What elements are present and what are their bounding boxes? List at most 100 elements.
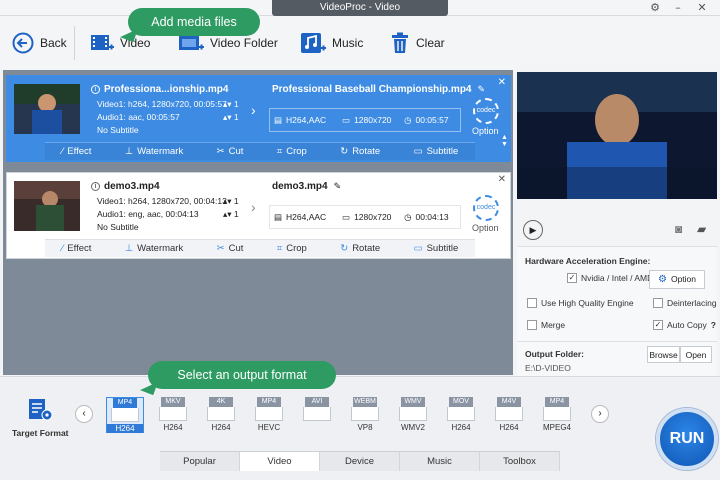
output-folder-path: E:\D-VIDEO <box>525 363 571 373</box>
format-item-0[interactable]: MP4 H264 <box>106 397 144 433</box>
minimize-button[interactable]: – <box>668 1 688 15</box>
open-folder-button[interactable]: Open <box>680 346 712 363</box>
formats-prev-button[interactable]: ‹ <box>75 405 93 423</box>
format-item-9[interactable]: MP4 MPEG4 <box>538 397 576 433</box>
file-format-icon <box>543 407 571 421</box>
remove-file-icon[interactable]: ✕ <box>498 174 506 185</box>
video-stream-stepper[interactable]: ▴▾ 1 <box>223 99 239 110</box>
video-preview <box>517 72 717 199</box>
clear-button[interactable]: Clear <box>390 32 445 53</box>
settings-panel: Hardware Acceleration Engine: ✓ Nvidia / … <box>517 246 717 376</box>
toolbar: Back Video Video Folder Music Clear <box>0 16 720 70</box>
camera-icon[interactable]: ◙ <box>675 222 682 236</box>
format-tag: 4K <box>209 397 233 407</box>
rename-pencil-icon[interactable]: ✎ <box>334 181 342 192</box>
video-folder-icon <box>179 36 204 50</box>
formats-next-button[interactable]: › <box>591 405 609 423</box>
music-label: Music <box>332 36 364 50</box>
file-card-2[interactable]: ✕ i demo3.mp4 Video1: h264, 1280x720, 00… <box>6 172 511 259</box>
format-item-3[interactable]: MP4 HEVC <box>250 397 288 433</box>
format-item-2[interactable]: 4K H264 <box>202 397 240 433</box>
deinterlacing-checkbox[interactable]: Deinterlacing <box>653 298 717 308</box>
format-tag: MOV <box>449 397 473 407</box>
file-format-icon <box>111 408 139 422</box>
help-icon[interactable]: ? <box>711 320 716 330</box>
codec-option-button[interactable]: Option <box>472 126 499 136</box>
back-button[interactable]: Back <box>12 32 67 54</box>
crop-button[interactable]: ⌗ Crop <box>277 146 307 157</box>
format-codec: H264 <box>451 423 471 432</box>
crop-button[interactable]: ⌗ Crop <box>277 243 307 254</box>
source-subtitle-info: No Subtitle <box>97 125 139 135</box>
cut-button[interactable]: ✂ Cut <box>217 146 244 157</box>
duration-clock-icon: ◷ <box>404 211 412 222</box>
format-item-1[interactable]: MKV H264 <box>154 397 192 433</box>
target-format-icon[interactable] <box>27 398 53 422</box>
tab-music[interactable]: Music <box>400 452 480 471</box>
codec-option-button[interactable]: Option <box>472 223 499 233</box>
format-codec: H264 <box>211 423 231 432</box>
format-category-tabs: Popular Video Device Music Toolbox <box>160 451 560 471</box>
tab-video[interactable]: Video <box>240 452 320 471</box>
format-tag: AVI <box>305 397 329 407</box>
format-item-7[interactable]: MOV H264 <box>442 397 480 433</box>
effect-button[interactable]: ⁄ Effect <box>62 146 92 157</box>
codec-option-icon[interactable]: codec <box>473 98 499 124</box>
effect-button[interactable]: ⁄ Effect <box>62 243 92 254</box>
tab-toolbox[interactable]: Toolbox <box>480 452 560 471</box>
source-file-name: demo3.mp4 <box>104 181 160 192</box>
edit-actions-row: ⁄ Effect ⊥ Watermark ✂ Cut ⌗ Crop ↻ Rotate ▭ S… <box>45 142 475 160</box>
crop-icon: ⌗ <box>276 146 283 157</box>
add-video-folder-button[interactable]: Video Folder <box>178 33 278 53</box>
merge-checkbox[interactable]: Merge <box>527 320 565 330</box>
format-tag: MKV <box>161 397 185 407</box>
run-button[interactable]: RUN <box>656 408 718 470</box>
hw-vendor-checkbox[interactable]: ✓ Nvidia / Intel / AMD <box>567 273 653 283</box>
auto-copy-checkbox[interactable]: ✓ Auto Copy ? <box>653 320 716 330</box>
convert-arrow-icon: › <box>251 102 256 118</box>
output-codec: H264,AAC <box>286 115 327 125</box>
format-item-4[interactable]: AVI <box>298 397 336 433</box>
add-music-button[interactable]: Music <box>300 33 363 53</box>
gear-icon: ⚙ <box>657 274 667 285</box>
info-icon[interactable]: i <box>91 85 100 94</box>
high-quality-checkbox[interactable]: Use High Quality Engine <box>527 298 634 308</box>
subtitle-button[interactable]: ▭ Subtitle <box>414 146 459 157</box>
info-icon[interactable]: i <box>91 182 100 191</box>
remove-file-icon[interactable]: ✕ <box>498 77 506 88</box>
folder-icon[interactable]: ▰ <box>697 222 706 236</box>
audio-stream-stepper[interactable]: ▴▾ 1 <box>223 209 239 220</box>
output-codec: H264,AAC <box>286 212 327 222</box>
scroll-arrows-icon[interactable]: ▲ ▼ <box>501 134 508 148</box>
audio-stream-stepper[interactable]: ▴▾ 1 <box>223 112 239 123</box>
watermark-button[interactable]: ⊥ Watermark <box>125 243 183 254</box>
format-item-8[interactable]: M4V H264 <box>490 397 528 433</box>
output-file-name: Professional Baseball Championship.mp4 <box>272 84 472 95</box>
subtitle-button[interactable]: ▭ Subtitle <box>414 243 459 254</box>
rotate-icon: ↻ <box>340 243 349 254</box>
tab-device[interactable]: Device <box>320 452 400 471</box>
format-tag: MP4 <box>257 397 281 407</box>
source-subtitle-info: No Subtitle <box>97 222 139 232</box>
rotate-button[interactable]: ↻ Rotate <box>340 146 380 157</box>
video-stream-stepper[interactable]: ▴▾ 1 <box>223 196 239 207</box>
wand-icon: ⁄ <box>61 146 64 157</box>
settings-gear-icon[interactable]: ⚙ <box>645 1 665 15</box>
format-item-5[interactable]: WEBM VP8 <box>346 397 384 433</box>
codec-option-icon[interactable]: codec <box>473 195 499 221</box>
output-info-box: ▤ H264,AAC ▭ 1280x720 ◷ 00:04:13 <box>269 205 461 229</box>
stamp-icon: ⊥ <box>124 146 134 157</box>
watermark-button[interactable]: ⊥ Watermark <box>125 146 183 157</box>
file-card-1[interactable]: ✕ i Professiona...ionship.mp4 Video1: h2… <box>6 75 511 162</box>
browse-button[interactable]: Browse <box>647 346 680 363</box>
file-format-icon <box>351 407 379 421</box>
rename-pencil-icon[interactable]: ✎ <box>478 84 486 95</box>
close-window-button[interactable]: ✕ <box>692 1 712 15</box>
format-item-6[interactable]: WMV WMV2 <box>394 397 432 433</box>
play-icon[interactable]: ▶ <box>523 220 543 240</box>
rotate-button[interactable]: ↻ Rotate <box>340 243 380 254</box>
output-resolution: 1280x720 <box>354 115 392 125</box>
cut-button[interactable]: ✂ Cut <box>217 243 244 254</box>
hw-option-button[interactable]: ⚙ Option <box>649 270 705 289</box>
tab-popular[interactable]: Popular <box>160 452 240 471</box>
